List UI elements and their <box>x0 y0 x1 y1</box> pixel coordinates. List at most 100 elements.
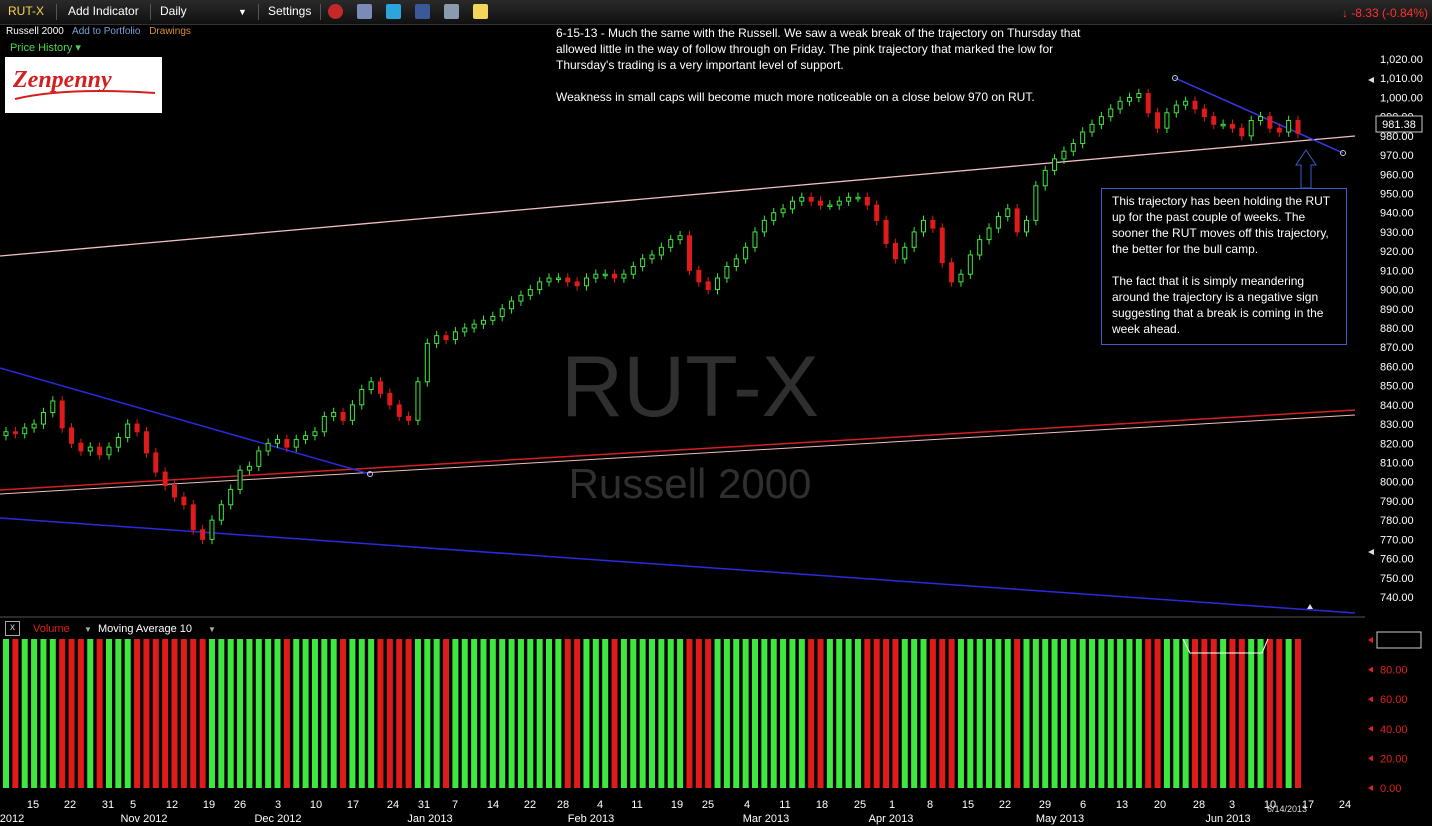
blue-short-downtrend-line[interactable] <box>1174 77 1344 154</box>
volume-tick-marker <box>1368 755 1373 762</box>
price-tick-label: 830.00 <box>1380 419 1414 431</box>
month-tick-label: Apr 2013 <box>869 813 914 825</box>
volume-bar <box>1032 639 1039 788</box>
candle-body <box>22 427 28 435</box>
volume-bar <box>1238 639 1245 788</box>
logo-swoosh-icon <box>14 90 156 100</box>
volume-bar <box>340 639 347 788</box>
candle-body <box>50 400 56 414</box>
chevron-down-icon[interactable]: ▼ <box>208 625 216 634</box>
candle-body <box>256 450 262 467</box>
candle-body <box>237 469 243 490</box>
volume-bar <box>1248 639 1255 788</box>
candle-body <box>892 242 898 260</box>
date-tick-label: 4 <box>744 799 750 811</box>
volume-tick-label: 80.00 <box>1380 665 1408 677</box>
facebook-icon[interactable] <box>415 4 430 19</box>
twitter-icon[interactable] <box>386 4 401 19</box>
candle-body <box>705 281 711 291</box>
note-icon[interactable] <box>473 4 488 19</box>
date-tick-label: 25 <box>854 799 866 811</box>
candle-body <box>1239 127 1245 137</box>
volume-bar <box>433 639 440 788</box>
date-tick-label: 22 <box>524 799 536 811</box>
candle-body <box>789 200 795 210</box>
candle-body <box>1276 127 1282 133</box>
volume-label[interactable]: Volume <box>33 623 70 635</box>
candle-body <box>1014 208 1020 233</box>
volume-bar <box>733 639 740 788</box>
price-chart[interactable]: RUT-X Russell 2000 1,020.00 1,010.00 1,000… <box>0 0 1432 826</box>
volume-tick-marker <box>1368 785 1373 791</box>
camera-icon[interactable] <box>444 4 459 19</box>
volume-bar <box>695 639 702 788</box>
candle-body <box>1155 112 1161 129</box>
price-history-dropdown[interactable]: Price History ▾ <box>10 41 81 54</box>
volume-bar <box>1042 639 1049 788</box>
commentary-paragraph: 6-15-13 - Much the same with the Russell… <box>556 26 1081 72</box>
volume-bar <box>667 639 674 788</box>
date-tick-label: 28 <box>557 799 569 811</box>
add-indicator-button[interactable]: Add Indicator <box>68 4 139 18</box>
symbol-selector[interactable]: RUT-X <box>8 4 44 18</box>
date-tick-label: 19 <box>203 799 215 811</box>
candle-body <box>368 381 374 390</box>
volume-bars <box>3 639 1301 788</box>
volume-bar <box>152 639 159 788</box>
blue-downtrend-line[interactable] <box>0 367 371 475</box>
commentary-text: 6-15-13 - Much the same with the Russell… <box>556 25 1096 121</box>
volume-bar <box>995 639 1002 788</box>
close-panel-button[interactable]: x <box>5 621 20 636</box>
moving-average-label[interactable]: Moving Average 10 <box>98 623 192 635</box>
date-tick-label: 15 <box>962 799 974 811</box>
candle-body <box>658 246 664 256</box>
candle-body <box>387 392 393 406</box>
candle-body <box>134 423 140 433</box>
price-tick-label: 820.00 <box>1380 438 1414 450</box>
candle-body <box>246 465 252 471</box>
chevron-down-icon[interactable]: ▼ <box>238 7 247 17</box>
settings-button[interactable]: Settings <box>268 4 311 18</box>
volume-bar <box>761 639 768 788</box>
volume-panel-header: x Volume ▼ Moving Average 10 ▼ <box>0 620 1364 636</box>
candle-body <box>87 446 93 452</box>
drawings-link[interactable]: Drawings <box>149 26 191 37</box>
volume-bar <box>639 639 646 788</box>
price-tick-label: 1,020.00 <box>1380 54 1423 66</box>
volume-bar <box>817 639 824 788</box>
print-icon[interactable] <box>357 4 372 19</box>
candle-body <box>40 412 46 425</box>
candle-body <box>921 219 927 233</box>
candle-body <box>434 335 440 344</box>
volume-tick-marker <box>1368 725 1373 732</box>
candle-body <box>480 319 486 325</box>
price-tick-label: 870.00 <box>1380 342 1414 354</box>
volume-bar <box>68 639 75 788</box>
candle-body <box>125 423 131 439</box>
price-tick-label: 980.00 <box>1380 131 1414 143</box>
volume-bar <box>536 639 543 788</box>
axis-marker-icon <box>1368 77 1374 83</box>
interval-dropdown[interactable]: Daily <box>160 4 187 18</box>
candle-body <box>443 335 449 341</box>
price-tick-label: 880.00 <box>1380 323 1414 335</box>
price-tick-label: 910.00 <box>1380 265 1414 277</box>
add-to-portfolio-link[interactable]: Add to Portfolio <box>72 26 140 37</box>
candle-body <box>874 204 880 221</box>
volume-bar <box>939 639 946 788</box>
month-tick-label: Feb 2013 <box>568 813 614 825</box>
alarm-icon[interactable] <box>328 4 343 19</box>
price-tick-label: 940.00 <box>1380 208 1414 220</box>
candle-body <box>612 273 618 279</box>
chevron-down-icon[interactable]: ▼ <box>84 625 92 634</box>
collapse-arrow-icon[interactable] <box>1307 604 1313 609</box>
date-tick-label: 1 <box>889 799 895 811</box>
candle-body <box>462 327 468 333</box>
volume-bar <box>1192 639 1199 788</box>
candle-body <box>1248 119 1254 137</box>
candle-body <box>1145 93 1151 114</box>
watermark-symbol: RUT-X <box>561 339 819 435</box>
price-tick-label: 800.00 <box>1380 477 1414 489</box>
date-tick-label: 17 <box>347 799 359 811</box>
candle-body <box>1192 100 1198 110</box>
